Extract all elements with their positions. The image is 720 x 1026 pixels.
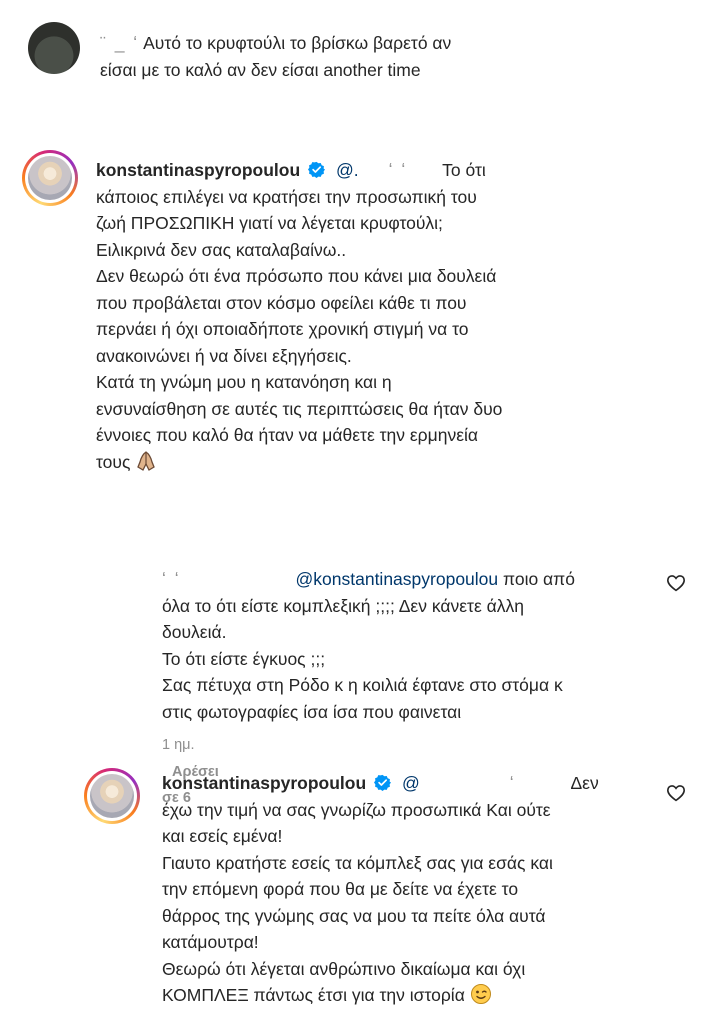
comment-text-line: κατάμουτρα! — [162, 932, 259, 952]
verified-badge-icon — [308, 161, 326, 178]
comment-text-line: Ειλικρινά δεν σας καταλαβαίνω.. — [96, 239, 347, 260]
mention-link[interactable]: @konstantinaspyropoulou — [296, 569, 499, 589]
comment-body: konstantinaspyropoulou @. ʻ ʻ Το ότι κάπο… — [96, 157, 502, 475]
comment-text-line: ζωή ΠΡΟΣΩΠΙΚΗ γιατί να λέγεται κρυφτούλι… — [96, 213, 443, 233]
comment-text-line: Το ότι — [442, 160, 486, 180]
username[interactable]: konstantinaspyropoulou — [96, 160, 300, 180]
masked-username: ¨ _ ʻ — [100, 33, 140, 53]
winking-face-emoji — [470, 984, 491, 1004]
comment-text-line: έννοιες που καλό θα ήταν να μάθετε την ε… — [96, 425, 479, 445]
praying-hands-emoji — [137, 450, 156, 471]
comment-text-line: θάρρος της γνώμης σας να μου τα πείτε όλ… — [162, 905, 546, 926]
masked-mention: ʻ ʻ — [388, 160, 408, 180]
comment-text-line: Το ότι είστε έγκυος ;;; — [162, 648, 326, 669]
comment-text-line: Γιαυτο κρατήστε εσείς τα κόμπλεξ σας για… — [162, 852, 553, 873]
comment-text-line: ενσυναίσθηση σε αυτές τις περιπτώσεις θα… — [96, 398, 503, 419]
username[interactable]: konstantinaspyropoulou — [162, 773, 366, 793]
comment-text-line: Σας πέτυχα στη Ρόδο κ η κοιλιά έφτανε στ… — [162, 675, 563, 695]
comment-text-line: δουλειά. — [162, 622, 227, 642]
mention-link[interactable]: @ — [402, 773, 420, 793]
comment-text-line: και εσείς εμένα! — [162, 826, 283, 846]
comment-text-line: Δεν θεωρώ ότι ένα πρόσωπο που κάνει μια … — [96, 266, 497, 286]
profile-photo — [28, 156, 72, 200]
comment-text-line: Αυτό το κρυφτούλι το βρίσκω βαρετό αν — [143, 33, 452, 53]
comment-text-line: Κατά τη γνώμη μου η κατανόηση και η — [96, 372, 392, 392]
profile-photo — [90, 774, 134, 818]
mention-link[interactable]: @. — [336, 160, 359, 180]
comment-text-line: είσαι με το καλό αν δεν είσαι another ti… — [100, 59, 421, 80]
comment-text-line: Δεν — [570, 773, 599, 793]
comment-body: konstantinaspyropoulou @ ʻ Δεν έχω την τι… — [162, 770, 599, 1009]
comment-body: ʻ ʻ @konstantinaspyropoulou ποιο από όλα… — [162, 566, 575, 725]
comment-text-line: περνάει ή όχι οποιαδήποτε χρονική στιγμή… — [96, 319, 469, 339]
comment-text-line: την επόμενη φορά που θα με δείτε να έχετ… — [162, 879, 519, 899]
comment-text-line: ανακοινώνει ή να δίνει εξηγήσεις. — [96, 345, 352, 366]
comment-text-line: στις φωτογραφίες ίσα ίσα που φαινεται — [162, 701, 462, 722]
like-heart-icon[interactable] — [666, 574, 686, 592]
comment-text-line: τους — [96, 451, 131, 472]
comment-text-line: Θεωρώ ότι λέγεται ανθρώπινο δικαίωμα και… — [162, 958, 526, 979]
masked-username: ʻ ʻ — [162, 569, 181, 589]
comment-body: ¨ _ ʻ Αυτό το κρυφτούλι το βρίσκω βαρετό… — [100, 30, 451, 83]
avatar[interactable] — [84, 768, 140, 824]
comment-text-line: ΚΟΜΠΛΕΞ πάντως έτσι για την ιστορία — [162, 985, 465, 1005]
verified-badge-icon — [374, 774, 392, 791]
timestamp: 1 ημ. — [162, 737, 195, 753]
comment-text-line: όλα το ότι είστε κομπλεξική ;;;; Δεν κάν… — [162, 595, 524, 616]
masked-mention: ʻ — [509, 773, 516, 793]
comment-text-line: που προβάλεται στον κόσμο οφείλει κάθε τ… — [96, 292, 467, 313]
comment-text-line: κάποιος επιλέγει να κρατήσει την προσωπι… — [96, 186, 477, 207]
avatar[interactable] — [22, 150, 78, 206]
comment-text-line: ποιο από — [503, 569, 575, 589]
comment-text-line: έχω την τιμή να σας γνωρίζω προσωπικά Κα… — [162, 799, 551, 820]
like-heart-icon[interactable] — [666, 784, 686, 802]
avatar[interactable] — [28, 22, 80, 74]
